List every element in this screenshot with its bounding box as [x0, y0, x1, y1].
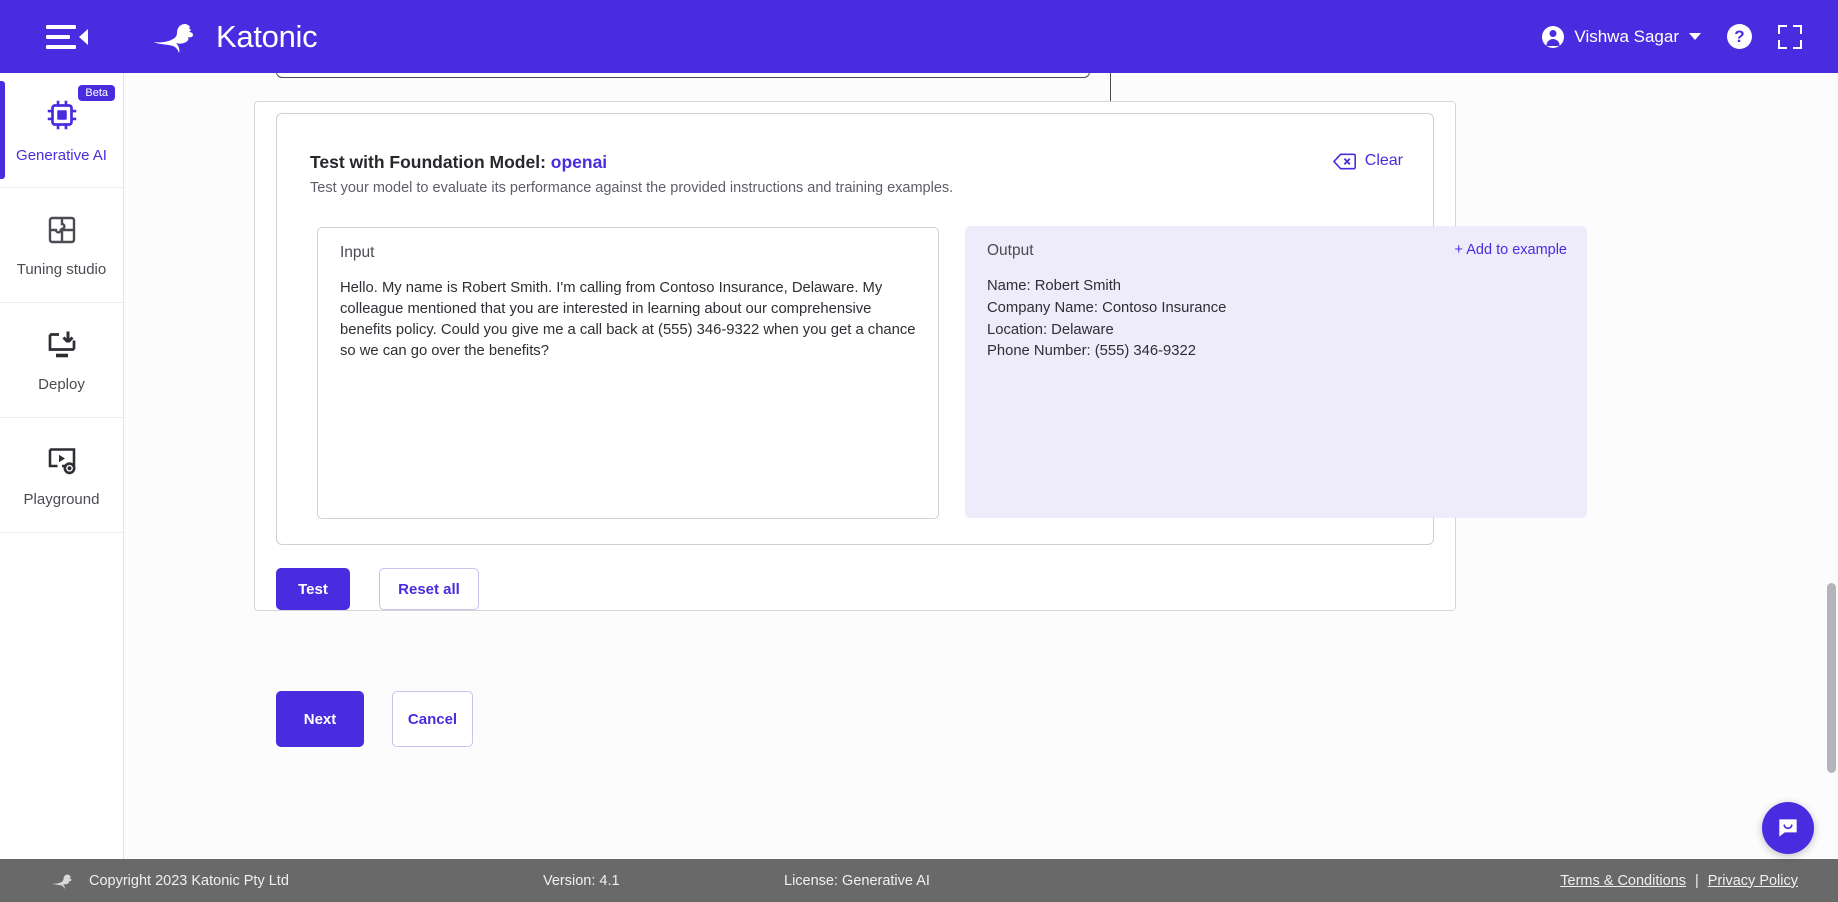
sidebar-item-label: Tuning studio [16, 261, 107, 278]
beta-badge: Beta [78, 85, 115, 101]
page-subtitle: Test your model to evaluate its performa… [310, 180, 954, 196]
test-foundation-model-card: Test with Foundation Model: openai Test … [276, 113, 1587, 545]
sidebar-item-label: Playground [23, 491, 100, 508]
cancel-button[interactable]: Cancel [392, 691, 473, 747]
output-value: Name: Robert Smith Company Name: Contoso… [987, 276, 1565, 363]
reset-all-button[interactable]: Reset all [379, 568, 479, 610]
add-to-example-button[interactable]: + Add to example [1455, 242, 1567, 258]
footer-version: Version: 4.1 [543, 872, 620, 889]
sidebar-item-label: Generative AI [16, 147, 107, 164]
sidebar-item-deploy[interactable]: Deploy [0, 303, 123, 418]
model-name: openai [550, 152, 608, 172]
content-inner: Test with Foundation Model: openai Test … [124, 73, 1838, 859]
terms-and-conditions-link[interactable]: Terms & Conditions [1560, 873, 1686, 889]
kangaroo-logo-icon [52, 874, 72, 889]
main-content: Test with Foundation Model: openai Test … [124, 73, 1838, 859]
brand-name: Katonic [216, 18, 318, 54]
chat-bubble-glyph [1779, 819, 1797, 837]
left-sidebar: Beta Generative AI Tuning studio Deploy … [0, 73, 124, 859]
hamburger-bar [46, 44, 76, 49]
scrolled-card-above [276, 73, 1090, 78]
user-menu[interactable]: Vishwa Sagar [1542, 25, 1701, 48]
output-line: Name: Robert Smith [987, 278, 1122, 294]
monitor-download-icon [44, 327, 80, 368]
privacy-policy-link[interactable]: Privacy Policy [1708, 873, 1798, 889]
play-gear-icon [44, 442, 80, 483]
chevron-left-icon [79, 28, 88, 45]
footer-links: Terms & Conditions | Privacy Policy [1560, 873, 1798, 889]
clear-button[interactable]: Clear [1332, 152, 1403, 170]
kangaroo-logo-icon [154, 23, 193, 53]
output-panel: Output + Add to example Name: Robert Smi… [965, 226, 1587, 518]
output-line: Phone Number: (555) 346-9322 [987, 343, 1196, 360]
next-button[interactable]: Next [276, 691, 364, 747]
footer-license: License: Generative AI [784, 872, 930, 889]
sidebar-item-playground[interactable]: Playground [0, 418, 123, 533]
sidebar-item-label: Deploy [38, 376, 85, 393]
chevron-down-icon [1689, 33, 1701, 40]
hamburger-bar [46, 34, 70, 39]
page-title: Test with Foundation Model: openai [310, 152, 607, 173]
puzzle-piece-icon [44, 212, 80, 253]
test-button[interactable]: Test [276, 568, 350, 610]
input-textarea[interactable]: Input Hello. My name is Robert Smith. I'… [317, 227, 939, 519]
backspace-delete-icon [1332, 153, 1356, 170]
user-name-label: Vishwa Sagar [1574, 26, 1679, 46]
page-footer: Copyright 2023 Katonic Pty Ltd Version: … [0, 859, 1838, 902]
top-header: Katonic Vishwa Sagar ? [0, 0, 1838, 73]
chat-bubble-icon[interactable] [1762, 802, 1814, 854]
hamburger-bar [46, 24, 76, 29]
test-actions: Test Reset all [276, 568, 479, 610]
output-line: Company Name: Contoso Insurance [987, 299, 1227, 316]
fullscreen-expand-icon[interactable] [1778, 24, 1802, 49]
app-root: Katonic Vishwa Sagar ? Beta Generative A… [0, 0, 1838, 902]
footer-link-separator: | [1694, 872, 1699, 889]
clear-label: Clear [1364, 152, 1403, 169]
input-label: Input [340, 244, 375, 261]
footer-copyright: Copyright 2023 Katonic Pty Ltd [50, 871, 289, 891]
header-actions: Vishwa Sagar ? [1542, 24, 1802, 49]
input-value: Hello. My name is Robert Smith. I'm call… [340, 280, 916, 359]
sidebar-item-tuning-studio[interactable]: Tuning studio [0, 188, 123, 303]
copyright-label: Copyright 2023 Katonic Pty Ltd [89, 872, 289, 889]
brand-logo[interactable]: Katonic [150, 18, 318, 55]
hamburger-collapse-icon[interactable] [46, 20, 88, 54]
wizard-actions: Next Cancel [276, 691, 473, 747]
ai-chip-icon [43, 96, 81, 139]
sidebar-item-generative-ai[interactable]: Beta Generative AI [0, 73, 123, 188]
output-line: Location: Delaware [987, 321, 1114, 338]
help-icon[interactable]: ? [1727, 24, 1752, 49]
avatar-icon [1542, 25, 1565, 48]
title-prefix: Test with Foundation Model: [310, 152, 551, 172]
vertical-scrollbar[interactable] [1827, 583, 1836, 773]
